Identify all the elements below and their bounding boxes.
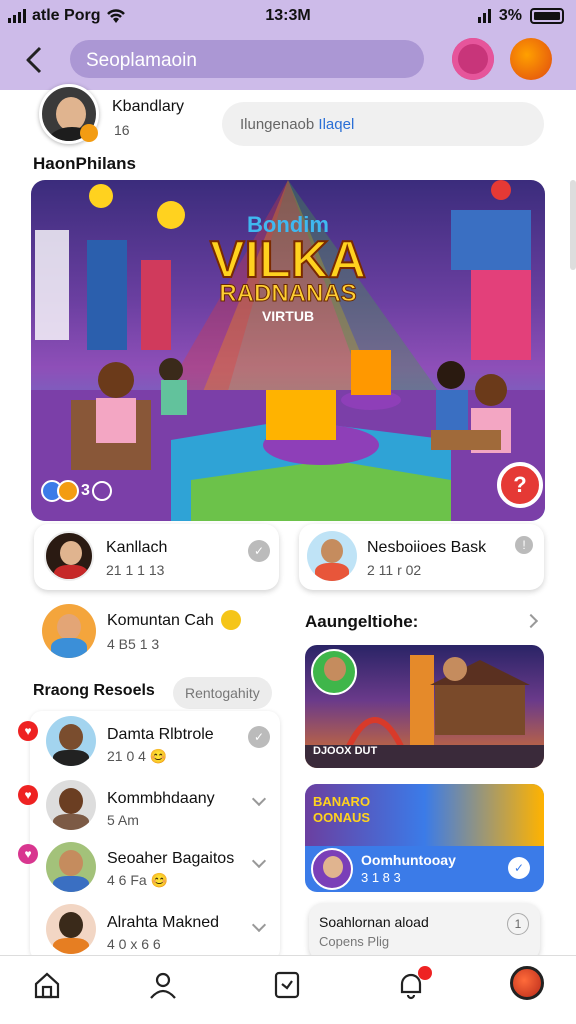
profile-badge: [80, 124, 98, 142]
community-tile-avatar: [311, 848, 353, 890]
chevron-right-icon[interactable]: [523, 613, 539, 629]
profile-count: 16: [114, 122, 130, 138]
account-icon[interactable]: [510, 966, 544, 1000]
section-title: HaonPhilans: [33, 154, 136, 173]
heart-icon: [57, 480, 79, 502]
top-bar: Seoplamaoin: [0, 32, 576, 90]
chevron-down-icon[interactable]: [251, 791, 267, 807]
recent-filter-chip[interactable]: Rentogahity: [173, 677, 272, 709]
profile-name: Kbandlary: [112, 98, 185, 115]
group-card-info-icon[interactable]: 1: [507, 913, 529, 935]
alert-badge: ♥: [18, 785, 38, 805]
cell-signal-icon: [477, 9, 491, 23]
list-meta: 21 0 4 😊: [107, 748, 167, 765]
bottom-nav: [0, 955, 576, 1024]
list-avatar: [46, 904, 96, 954]
emoji-icon: 😊: [149, 748, 168, 764]
profile-field-text: Ilungenaob: [240, 116, 315, 133]
user-card-2[interactable]: Nesboiioes Bask 2 11 r 02 !: [299, 524, 544, 590]
back-icon[interactable]: [22, 44, 54, 76]
community-tile-banner-text: BANARO OONAUS: [313, 794, 371, 825]
community-tile[interactable]: BANARO OONAUS Oomhuntooay 3 1 8 3 ✓: [305, 784, 544, 892]
hero-action-button[interactable]: ?: [497, 462, 543, 508]
hero-title-tag: VIRTUB: [261, 308, 315, 324]
list-meta: 4 0 x 6 6: [107, 936, 161, 952]
event-avatar: [311, 649, 357, 695]
status-bar: atle Porg 13:3M 3%: [0, 0, 576, 32]
chevron-down-icon[interactable]: [251, 853, 267, 869]
recent-title: Rraong Resoels: [33, 682, 155, 699]
community-tile-name: Oomhuntooay: [361, 852, 456, 868]
list-meta-text: 21 0 4: [107, 748, 146, 764]
profile-field[interactable]: Ilungenaob Ilaqel: [222, 102, 544, 146]
list-action-icon[interactable]: ✓: [248, 726, 270, 748]
event-tile[interactable]: DJOOX DUT: [305, 645, 544, 768]
hero-banner[interactable]: Bondim VILKA RADNANAS VIRTUB 3 ?: [31, 180, 545, 521]
list-name: Alrahta Makned: [107, 914, 220, 931]
list-item[interactable]: ♥ Kommbhdaany 5 Am: [14, 778, 280, 834]
community-meta: 4 B5 1 3: [107, 636, 160, 652]
profile-icon[interactable]: [148, 970, 178, 1000]
user-avatar[interactable]: [510, 38, 552, 80]
carousel-peek: [570, 180, 576, 270]
list-item[interactable]: ♥ Damta Rlbtrole 21 0 4 😊 ✓: [14, 714, 280, 770]
battery-percent: 3%: [498, 7, 522, 24]
community-name: Komuntan Cah: [107, 612, 214, 629]
group-card-sub: Copens Plig: [319, 934, 390, 949]
card-action-icon[interactable]: ✓: [248, 540, 270, 562]
list-name: Kommbhdaany: [107, 790, 215, 807]
card-meta: 2 11 r 02: [367, 562, 422, 578]
check-icon: [91, 481, 112, 501]
emoji-icon: 😊: [150, 872, 169, 888]
list-name: Damta Rlbtrole: [107, 726, 214, 743]
community-tile-meta: 3 1 8 3: [361, 870, 401, 885]
right-section-title: Aaungeltiohe:: [305, 612, 419, 631]
card-avatar: [307, 531, 357, 581]
hero-reactions[interactable]: 3: [41, 480, 112, 502]
user-card-1[interactable]: Kanllach 21 1 1 13 ✓: [34, 524, 279, 590]
list-avatar: [46, 780, 96, 830]
list-avatar: [46, 716, 96, 766]
list-meta: 4 6 Fa 😊: [107, 872, 168, 889]
verified-icon: [221, 610, 241, 630]
list-meta-text: 4 6 Fa: [107, 872, 147, 888]
community-avatar[interactable]: [42, 604, 96, 658]
battery-icon: [530, 8, 564, 24]
community-tile-action-icon[interactable]: ✓: [508, 857, 530, 879]
notification-badge: [418, 966, 432, 980]
card-name: Kanllach: [106, 539, 168, 556]
mascot-avatar[interactable]: [452, 38, 494, 80]
card-info-icon[interactable]: !: [515, 536, 533, 554]
list-avatar: [46, 842, 96, 892]
message-icon[interactable]: [272, 970, 302, 1000]
list-meta: 5 Am: [107, 812, 139, 828]
list-name: Seoaher Bagaitos: [107, 850, 235, 867]
list-item[interactable]: ♥ Seoaher Bagaitos 4 6 Fa 😊: [14, 840, 280, 896]
group-card-name: Soahlornan aload: [319, 914, 429, 930]
chevron-down-icon[interactable]: [251, 917, 267, 933]
alert-badge: ♥: [18, 844, 38, 864]
card-avatar: [44, 531, 94, 581]
home-icon[interactable]: [32, 970, 62, 1000]
profile-field-highlight: Ilaqel: [318, 116, 355, 133]
search-input[interactable]: Seoplamaoin: [70, 40, 424, 78]
reaction-count: 3: [81, 482, 90, 499]
alert-badge: ♥: [18, 721, 38, 741]
card-name: Nesboiioes Bask: [367, 539, 487, 556]
event-caption: DJOOX DUT: [313, 745, 378, 757]
list-item[interactable]: Alrahta Makned 4 0 x 6 6: [14, 904, 280, 956]
card-meta: 21 1 1 13: [106, 562, 165, 578]
group-card[interactable]: Soahlornan aload Copens Plig 1: [309, 903, 540, 961]
hero-title-sub: RADNANAS: [219, 280, 357, 308]
